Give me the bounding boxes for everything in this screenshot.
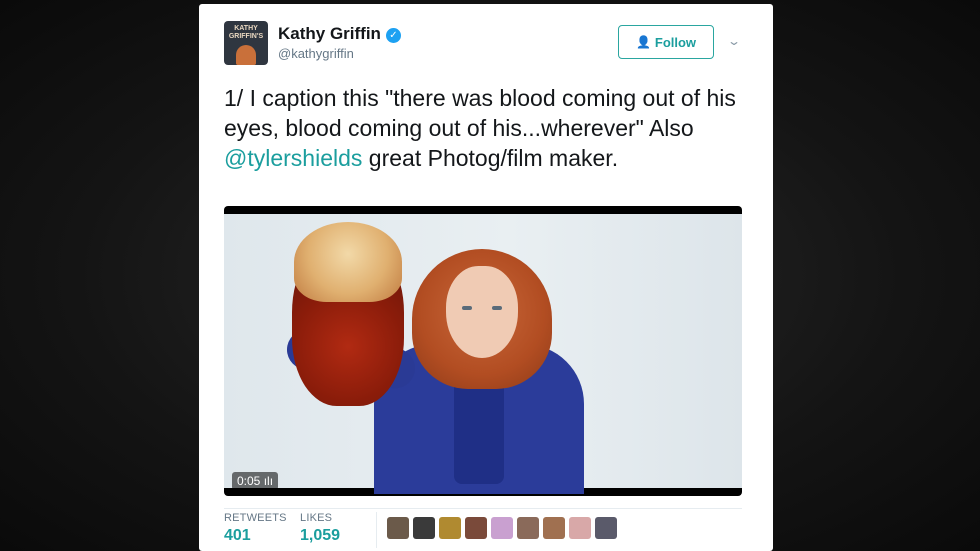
retweets-label: RETWEETS [224,512,287,524]
follow-button[interactable]: 👤 Follow [618,25,714,59]
liker-avatar[interactable] [413,517,435,539]
right-eye [492,306,502,310]
likes-label: LIKES [300,512,333,524]
liker-avatar[interactable] [491,517,513,539]
avatar[interactable]: KATHY GRIFFIN'S [224,21,268,65]
author-name[interactable]: Kathy Griffin ✓ [278,24,401,44]
volume-bars-icon: ılı [263,474,274,488]
verified-badge-icon: ✓ [385,28,401,43]
video-player[interactable]: 0:05 ılı [224,206,742,496]
liker-avatar[interactable] [569,517,591,539]
stats-separator [376,512,377,548]
author-handle[interactable]: @kathygriffin [278,46,354,61]
prop-hair [294,222,402,302]
liker-avatar[interactable] [387,517,409,539]
retweets-count[interactable]: 401 [224,527,251,545]
avatar-face [236,45,256,65]
liker-avatar[interactable] [595,517,617,539]
add-user-icon: 👤 [635,35,651,49]
liker-avatar[interactable] [465,517,487,539]
likes-count[interactable]: 1,059 [300,527,340,545]
likers-avatars [387,517,617,539]
video-thumbnail [224,214,742,494]
video-duration-badge: 0:05 ılı [232,472,279,490]
liker-avatar[interactable] [517,517,539,539]
mention-link[interactable]: @tylershields [224,145,362,171]
video-duration: 0:05 [237,474,261,488]
stats-divider [224,508,742,509]
chevron-down-icon[interactable]: ⌄ [727,34,741,48]
liker-avatar[interactable] [439,517,461,539]
left-eye [462,306,472,310]
author-name-text: Kathy Griffin [278,24,381,43]
tweet-card: KATHY GRIFFIN'S Kathy Griffin ✓ @kathygri… [199,4,773,551]
tweet-text: 1/ I caption this "there was blood comin… [224,83,744,173]
follow-button-label: Follow [654,34,697,50]
tweet-text-part2: great Photog/film maker. [362,145,619,171]
tweet-text-part1: 1/ I caption this "there was blood comin… [224,85,736,141]
avatar-text: KATHY GRIFFIN'S [228,25,264,40]
liker-avatar[interactable] [543,517,565,539]
person-face [446,266,518,358]
